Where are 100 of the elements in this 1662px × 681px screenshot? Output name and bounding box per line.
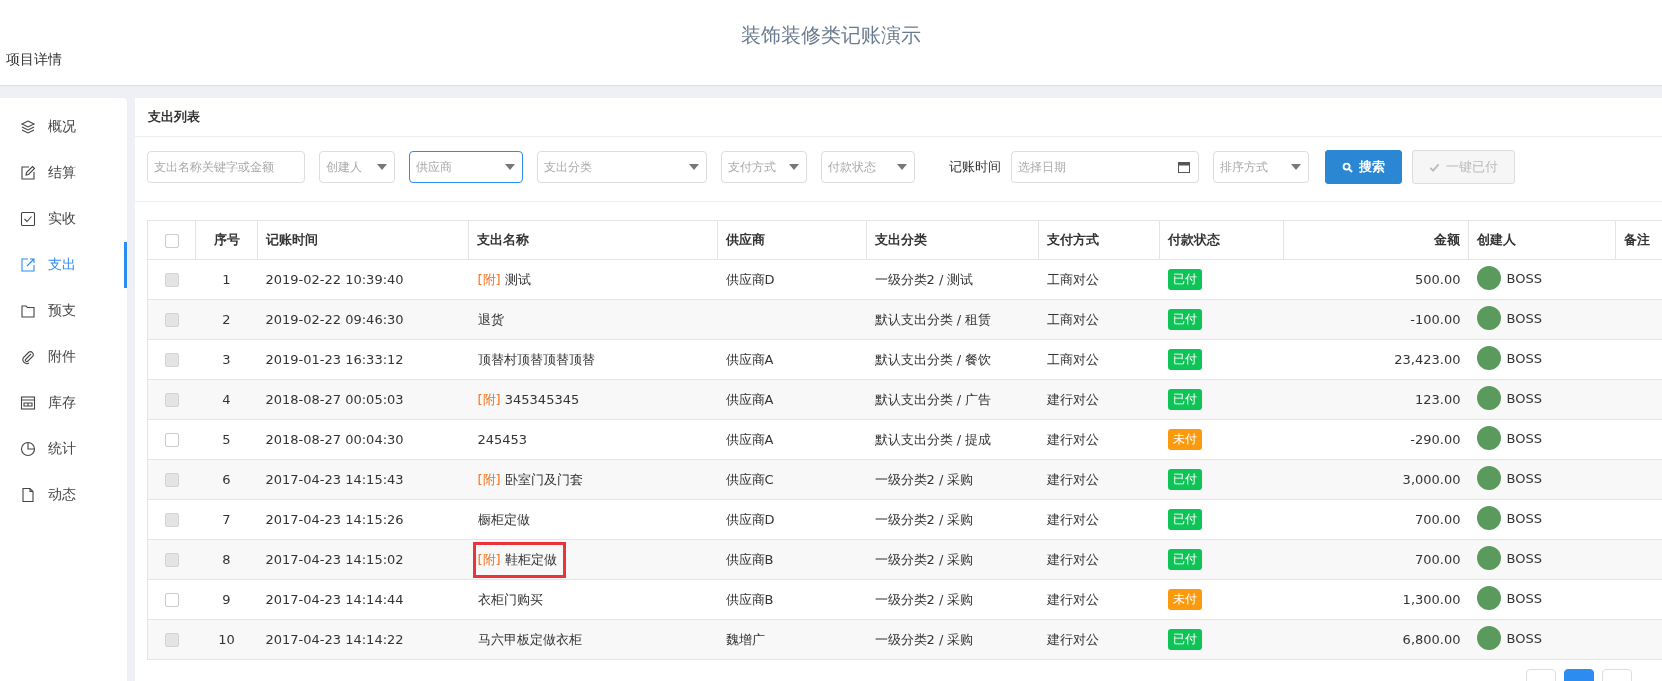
caret-icon	[789, 164, 799, 170]
creator-name: BOSS	[1506, 390, 1542, 406]
sidebar-item[interactable]: 动态	[0, 472, 127, 518]
table-cell: 供应商A	[725, 391, 774, 407]
document-icon	[20, 487, 36, 503]
row-checkbox[interactable]	[164, 433, 179, 448]
search-icon	[1342, 161, 1353, 173]
avatar-placeholder	[1476, 386, 1501, 410]
table-cell: 23,423.00	[1283, 339, 1469, 380]
table-cell: 500.00	[1283, 259, 1469, 300]
table-cell: 9	[195, 579, 258, 620]
table-cell: 700.00	[1283, 499, 1469, 540]
row-checkbox[interactable]	[164, 593, 179, 608]
sidebar-item[interactable]: 结算	[0, 150, 127, 196]
status-badge: 已付	[1167, 629, 1202, 650]
creator-name: BOSS	[1506, 270, 1542, 286]
status-badge: 已付	[1167, 509, 1202, 530]
avatar-placeholder	[1476, 306, 1501, 330]
creator-name: BOSS	[1506, 470, 1542, 486]
table-cell: 供应商B	[725, 591, 774, 607]
status-badge: 未付	[1167, 429, 1202, 450]
pencil-square-icon	[20, 165, 36, 181]
select-all-checkbox[interactable]	[164, 233, 179, 248]
sidebar-item[interactable]: 预支	[0, 288, 127, 334]
caret-icon	[1291, 164, 1301, 170]
table-cell: 建行对公	[1038, 459, 1160, 500]
table-cell: 魏增广	[725, 631, 765, 647]
table-cell: 供应商D	[725, 271, 775, 287]
avatar-placeholder	[1476, 586, 1501, 610]
table-cell: 默认支出分类 / 租赁	[866, 299, 1039, 340]
column-header: 支出名称	[468, 220, 718, 260]
creator-name: BOSS	[1506, 630, 1542, 646]
table-cell: 2017-04-23 14:15:02	[257, 539, 469, 580]
column-header: 备注	[1615, 220, 1662, 260]
table-cell: 默认支出分类 / 餐饮	[866, 339, 1039, 380]
table-cell: 一级分类2 / 测试	[866, 259, 1039, 300]
status-badge: 已付	[1167, 389, 1202, 410]
column-header: 金额	[1283, 220, 1469, 260]
table-cell: 供应商B	[725, 551, 774, 567]
creator-name: BOSS	[1506, 550, 1542, 566]
table-cell: 3,000.00	[1283, 459, 1469, 500]
table-cell: 一级分类2 / 采购	[866, 579, 1039, 620]
dropdown-field[interactable]: 供应商	[409, 151, 523, 183]
column-header: 记账时间	[257, 220, 469, 260]
table-cell: 建行对公	[1038, 619, 1160, 660]
table-cell: 建行对公	[1038, 539, 1160, 580]
table-cell: 一级分类2 / 采购	[866, 619, 1039, 660]
creator-name: BOSS	[1506, 510, 1542, 526]
table-cell: 供应商A	[725, 431, 774, 447]
table-cell: 6	[195, 459, 258, 500]
table-cell: 6,800.00	[1283, 619, 1469, 660]
table-cell: 700.00	[1283, 539, 1469, 580]
date-field[interactable]: 选择日期	[1011, 151, 1199, 183]
sidebar-item[interactable]: 统计	[0, 426, 127, 472]
table-cell: 默认支出分类 / 广告	[866, 379, 1039, 420]
table-cell: 1,300.00	[1283, 579, 1469, 620]
avatar-placeholder	[1476, 546, 1501, 570]
table-cell: 4	[195, 379, 258, 420]
column-header: 供应商	[717, 220, 867, 260]
table-cell: 供应商A	[725, 351, 774, 367]
search-field[interactable]: 支出名称关键字或金额	[147, 151, 305, 183]
caret-icon	[377, 164, 387, 170]
caret-icon	[505, 164, 515, 170]
column-header: 创建人	[1468, 220, 1616, 260]
column-header: 支付方式	[1038, 220, 1160, 260]
calendar-icon	[1178, 161, 1190, 173]
avatar-placeholder	[1476, 426, 1501, 450]
pie-chart-icon	[20, 441, 36, 457]
table-cell: 默认支出分类 / 提成	[866, 419, 1039, 460]
sidebar-item[interactable]: 支出	[0, 242, 127, 288]
page-heading: 项目详情	[5, 51, 62, 69]
table-cell: 123.00	[1283, 379, 1469, 420]
table-cell: 2019-02-22 10:39:40	[257, 259, 469, 300]
table-cell: 2	[195, 299, 258, 340]
table-cell: 10	[195, 619, 258, 660]
table-cell: 一级分类2 / 采购	[866, 539, 1039, 580]
table-cell: 建行对公	[1038, 579, 1160, 620]
layers-icon	[20, 119, 36, 135]
expense-name: 顶替村顶替顶替顶替	[476, 350, 596, 369]
avatar-placeholder	[1476, 466, 1501, 490]
avatar-placeholder	[1476, 346, 1501, 370]
avatar-placeholder	[1476, 506, 1501, 530]
sidebar-item[interactable]: 概况	[0, 104, 127, 150]
table-cell: 建行对公	[1038, 499, 1160, 540]
table-cell: 2017-04-23 14:15:26	[257, 499, 469, 540]
column-header: 付款状态	[1159, 220, 1284, 260]
table-cell: 2018-08-27 00:05:03	[257, 379, 469, 420]
status-badge: 已付	[1167, 549, 1202, 570]
table-cell: 1	[195, 259, 258, 300]
table-cell: 7	[195, 499, 258, 540]
check-icon	[1429, 161, 1440, 173]
status-badge: 未付	[1167, 589, 1202, 610]
sidebar-item[interactable]: 库存	[0, 380, 127, 426]
status-badge: 已付	[1167, 309, 1202, 330]
table-cell: 工商对公	[1038, 259, 1160, 300]
search-button[interactable]: 搜索	[1325, 150, 1402, 184]
sidebar-item[interactable]: 实收	[0, 196, 127, 242]
table-cell: 8	[195, 539, 258, 580]
table-cell: 2019-02-22 09:46:30	[257, 299, 469, 340]
sidebar-item[interactable]: 附件	[0, 334, 127, 380]
